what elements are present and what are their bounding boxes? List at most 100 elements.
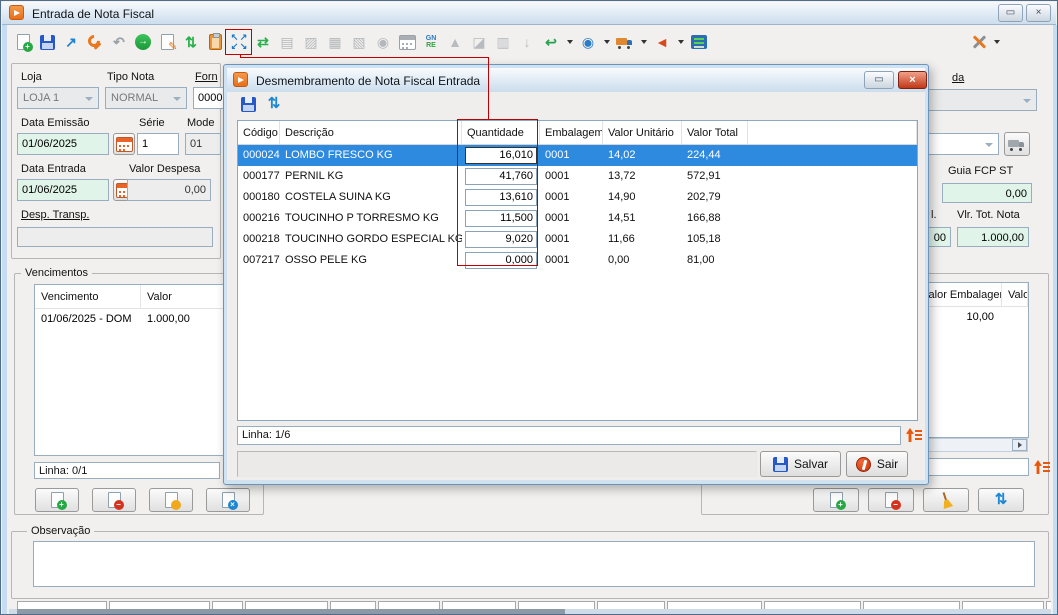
observacao-textarea[interactable] xyxy=(33,541,1035,587)
shuffle-icon[interactable]: ⇄ xyxy=(253,31,273,53)
toolbar-right xyxy=(969,31,1001,53)
chevron-down-icon xyxy=(85,97,93,101)
dialog-close-button[interactable]: × xyxy=(898,71,927,89)
close-button[interactable]: × xyxy=(1026,4,1051,22)
column-header[interactable]: Descrição xyxy=(280,121,462,144)
line-indicator-icon xyxy=(1034,460,1050,474)
dialog-restore-button[interactable]: ▭ xyxy=(864,71,894,89)
serie-label: Série xyxy=(139,117,165,129)
dialog-table-row[interactable]: 000216TOUCINHO P TORRESMO KG11,500000114… xyxy=(238,208,917,229)
codigo-cell: 000218 xyxy=(238,229,280,250)
document-remove-icon: − xyxy=(108,492,121,508)
tools-caret-icon[interactable] xyxy=(992,31,1001,53)
data-emissao-field[interactable]: 01/06/2025 xyxy=(17,133,109,155)
descricao-cell: TOUCINHO P TORRESMO KG xyxy=(280,208,462,229)
refresh-icon: ⇅ xyxy=(979,490,1023,510)
right-link-label[interactable]: da xyxy=(952,72,964,84)
bank-icon: ▥ xyxy=(493,31,513,53)
column-header[interactable]: Embalagem xyxy=(540,121,603,144)
fornecedor-label[interactable]: Forn xyxy=(195,71,218,83)
panel-icon[interactable] xyxy=(689,31,709,53)
salvar-button[interactable]: Salvar xyxy=(760,451,841,477)
data-emissao-calendar-button[interactable] xyxy=(113,133,135,155)
truck-caret-icon[interactable] xyxy=(639,31,648,53)
import-icon[interactable]: ↩ xyxy=(541,31,561,53)
right-label-fragment: l. xyxy=(931,209,937,221)
dialog-table-row[interactable]: 007217OSSO PELE KG0,00000010,0081,00 xyxy=(238,250,917,271)
valor-total-cell: 81,00 xyxy=(682,250,748,271)
sair-button[interactable]: Sair xyxy=(846,451,908,477)
megaphone-caret-icon[interactable] xyxy=(676,31,685,53)
truck-icon xyxy=(1008,137,1026,151)
serie-field[interactable]: 1 xyxy=(137,133,179,155)
edit-note-icon[interactable]: ✎ xyxy=(157,31,177,53)
add-vencimento-button[interactable]: + xyxy=(35,488,79,512)
dialog-save-icon[interactable] xyxy=(241,97,256,117)
guia-fcp-st-field[interactable]: 0,00 xyxy=(942,183,1032,203)
desp-transp-label[interactable]: Desp. Transp. xyxy=(21,209,89,221)
remove-item-button[interactable]: − xyxy=(868,488,914,512)
refresh-icon[interactable]: ⇅ xyxy=(181,31,201,53)
document-add-icon: + xyxy=(51,492,64,508)
dialog-table-row[interactable]: 000024LOMBO FRESCO KG16,010000114,02224,… xyxy=(238,145,917,166)
stamp-icon: ▨ xyxy=(301,31,321,53)
dialog-titlebar[interactable]: Desmembramento de Nota Fiscal Entrada ▭ … xyxy=(227,68,925,92)
export-icon[interactable]: ↗ xyxy=(61,31,81,53)
vlr-tot-nota-field[interactable]: 1.000,00 xyxy=(957,227,1029,247)
tools-icon[interactable] xyxy=(969,31,989,53)
bottom-hscrollbar[interactable] xyxy=(9,609,1051,615)
valor-total-cell: 224,44 xyxy=(682,145,748,166)
refresh-items-button[interactable]: ⇅ xyxy=(978,488,1024,512)
main-titlebar[interactable]: Entrada de Nota Fiscal ▭ × xyxy=(2,2,1056,25)
vencimento-row[interactable]: 01/06/2025 - DOM1.000,00 xyxy=(35,309,233,329)
cancel-vencimento-button[interactable]: × xyxy=(206,488,250,512)
column-header[interactable]: Valor xyxy=(141,285,233,308)
scroll-right-icon[interactable] xyxy=(1012,439,1027,451)
wrench-icon[interactable] xyxy=(85,31,105,53)
fornecedor-field[interactable]: 0000 xyxy=(193,87,227,109)
import-caret-icon[interactable] xyxy=(565,31,574,53)
column-header[interactable]: Valor Unitário xyxy=(603,121,682,144)
dialog-refresh-icon[interactable]: ⇅ xyxy=(265,94,283,114)
vlr-tot-nota-label: Vlr. Tot. Nota xyxy=(957,209,1020,221)
megaphone-icon[interactable]: ◄ xyxy=(652,31,672,53)
truck-icon[interactable] xyxy=(615,31,635,53)
edit-vencimento-button[interactable] xyxy=(149,488,193,512)
certificate-caret-icon[interactable] xyxy=(602,31,611,53)
restore-button[interactable]: ▭ xyxy=(998,4,1023,22)
dialog-table-row[interactable]: 000177PERNIL KG41,760000113,72572,91 xyxy=(238,166,917,187)
vencimento-cell: 01/06/2025 - DOM xyxy=(35,309,141,329)
clipboard-icon[interactable] xyxy=(205,31,225,53)
column-header[interactable]: Valor Total xyxy=(682,121,748,144)
document-remove-icon: − xyxy=(885,492,898,508)
carrier-button[interactable] xyxy=(1004,132,1030,156)
add-item-button[interactable]: + xyxy=(813,488,859,512)
save-icon[interactable] xyxy=(37,31,57,53)
alert-triangle-icon: ▲ xyxy=(445,31,465,53)
certificate-icon[interactable]: ◉ xyxy=(578,31,598,53)
app-icon xyxy=(9,5,24,20)
modelo-field: 01 xyxy=(185,133,221,155)
data-entrada-field[interactable]: 01/06/2025 xyxy=(17,179,109,201)
observacao-label: Observação xyxy=(27,525,94,537)
column-header[interactable]: Valor xyxy=(1002,283,1028,306)
dialog-window: Desmembramento de Nota Fiscal Entrada ▭ … xyxy=(223,64,929,485)
scrollbar-thumb[interactable] xyxy=(17,609,565,615)
column-header[interactable]: Vencimento xyxy=(35,285,141,308)
gnre-icon[interactable]: GNRE xyxy=(421,31,441,53)
undo-icon[interactable]: ↶ xyxy=(109,31,129,53)
new-document-icon[interactable]: + xyxy=(13,31,33,53)
vencimentos-table[interactable]: VencimentoValor 01/06/2025 - DOM1.000,00 xyxy=(34,284,234,456)
data-entrada-label: Data Entrada xyxy=(21,163,86,175)
clear-items-button[interactable] xyxy=(923,488,969,512)
codigo-cell: 000216 xyxy=(238,208,280,229)
valor-total-cell: 105,18 xyxy=(682,229,748,250)
dialog-table-row[interactable]: 000180COSTELA SUINA KG13,610000114,90202… xyxy=(238,187,917,208)
go-icon[interactable]: → xyxy=(133,31,153,53)
column-header[interactable]: Código xyxy=(238,121,280,144)
dialog-table[interactable]: CódigoDescriçãoQuantidadeEmbalagemValor … xyxy=(237,120,918,421)
calendar-19-icon xyxy=(397,31,417,53)
dialog-table-header: CódigoDescriçãoQuantidadeEmbalagemValor … xyxy=(238,121,917,145)
dialog-table-row[interactable]: 000218TOUCINHO GORDO ESPECIAL KG9,020000… xyxy=(238,229,917,250)
remove-vencimento-button[interactable]: − xyxy=(92,488,136,512)
